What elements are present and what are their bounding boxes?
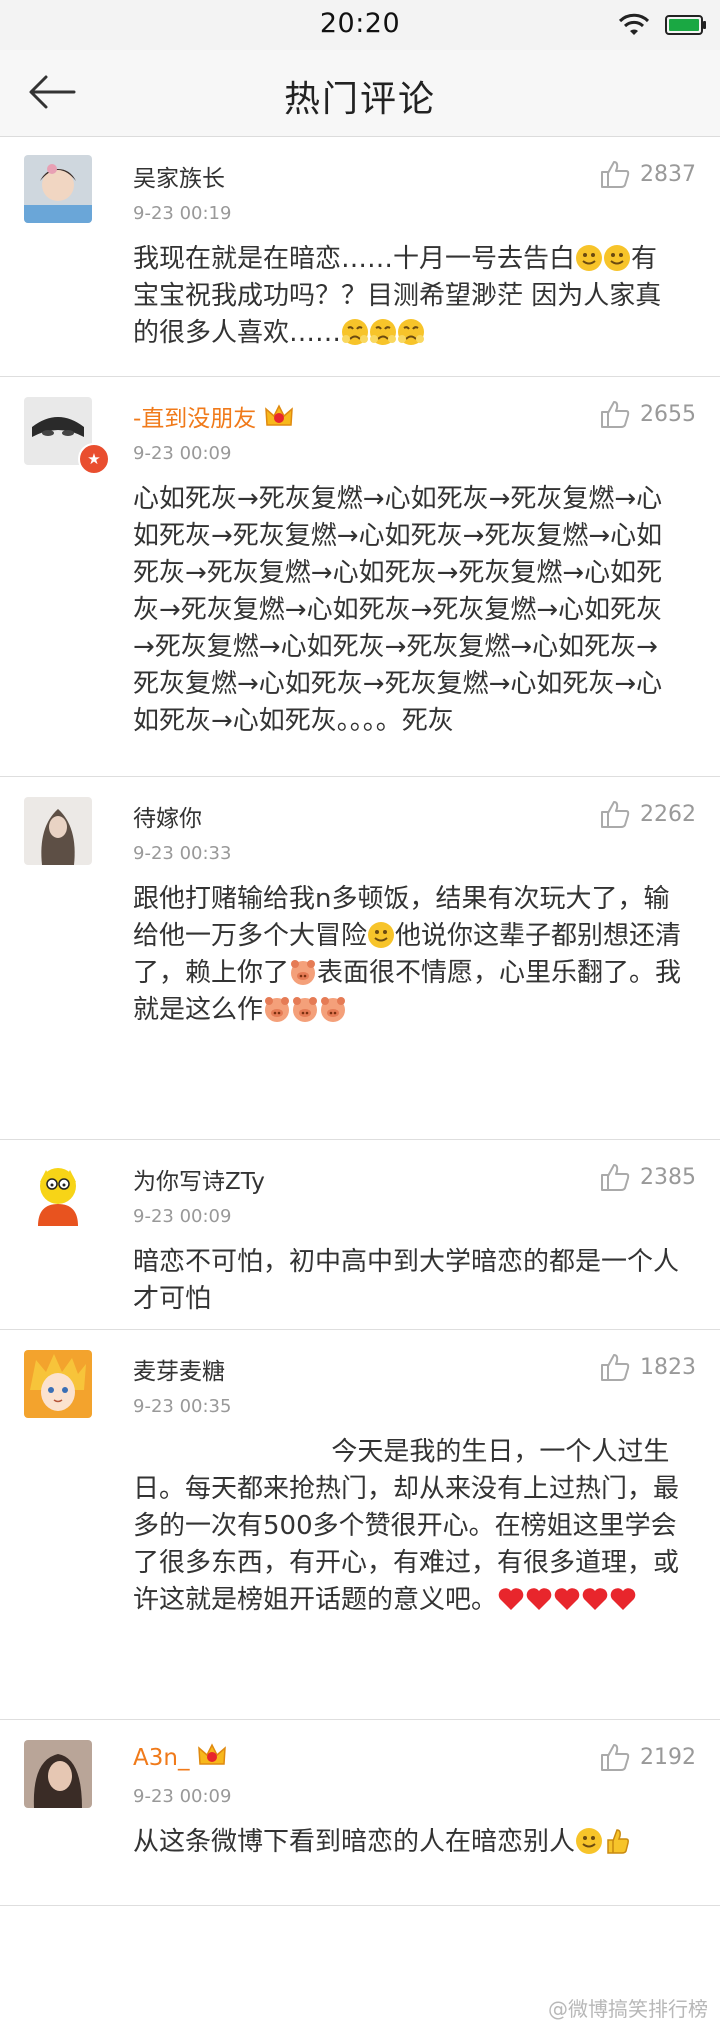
thumbs-up-icon	[601, 801, 630, 828]
comment-text: 我现在就是在暗恋……十月一号去告白 有宝宝祝我成功吗？？目测希望渺茫 因为人家真的…	[133, 241, 683, 352]
heart-emoji-icon	[526, 1588, 552, 1610]
like-count: 1823	[640, 1354, 696, 1380]
crying-emoji-icon	[398, 319, 425, 345]
avatar[interactable]	[24, 155, 92, 223]
wifi-icon	[618, 13, 650, 35]
timestamp: 9-23 00:09	[133, 1206, 232, 1227]
comment-text: 暗恋不可怕，初中高中到大学暗恋的都是一个人才可怕	[133, 1247, 680, 1314]
timestamp: 9-23 00:33	[133, 843, 232, 864]
pig-face-emoji-icon	[293, 997, 318, 1022]
thumbs-up-icon	[601, 1164, 630, 1191]
comment-item: 吴家族长 9-23 00:19 2837 我现在就是在暗恋……十月一号去告白 有宝…	[0, 137, 720, 377]
heart-emoji-icon	[498, 1588, 524, 1610]
heart-emoji-icon	[554, 1588, 580, 1610]
username[interactable]: 为你写诗ZTy	[133, 1162, 265, 1196]
timestamp: 9-23 00:09	[133, 1786, 232, 1807]
timestamp: 9-23 00:09	[133, 443, 232, 464]
pig-face-emoji-icon	[291, 960, 316, 985]
vip-crown-icon	[198, 1743, 227, 1765]
avatar[interactable]	[24, 797, 92, 865]
smiley-emoji-icon	[576, 1828, 603, 1854]
like-count: 2385	[640, 1164, 696, 1190]
comment-item: 为你写诗ZTy 9-23 00:09 2385 暗恋不可怕，初中高中到大学暗恋的…	[0, 1140, 720, 1330]
timestamp: 9-23 00:35	[133, 1396, 232, 1417]
like-count: 2192	[640, 1744, 696, 1770]
status-time: 20:20	[319, 8, 401, 39]
comment-text-part: 从这条微博下看到暗恋的人在暗恋别人	[133, 1827, 576, 1857]
comment-item: 待嫁你 9-23 00:33 2262 跟他打赌输给我n多顿饭，结果有次玩大了，…	[0, 777, 720, 1140]
username[interactable]: 麦芽麦糖	[133, 1352, 225, 1386]
pig-face-emoji-icon	[265, 997, 290, 1022]
battery-icon	[665, 15, 706, 35]
comment-item: 麦芽麦糖 9-23 00:35 1823 今天是我的生日，一个人过生日。每天都来…	[0, 1330, 720, 1720]
avatar-image	[24, 1160, 92, 1228]
comment-text: 从这条微博下看到暗恋的人在暗恋别人	[133, 1824, 683, 1861]
status-bar: 20:20	[0, 0, 720, 50]
like-count: 2837	[640, 161, 696, 187]
smiley-emoji-icon	[604, 245, 631, 271]
header: 热门评论	[0, 50, 720, 137]
comment-text: 心如死灰→死灰复燃→心如死灰→死灰复燃→心如死灰→死灰复燃→心如死灰→死灰复燃→…	[133, 484, 663, 736]
comment-item: A3n_ 9-23 00:09 2192 从这条微博下看到暗恋的人在暗恋别人	[0, 1720, 720, 1906]
like-button[interactable]: 1823	[600, 1352, 696, 1382]
like-button[interactable]: 2385	[600, 1162, 696, 1192]
comment-text: 今天是我的生日，一个人过生日。每天都来抢热门，却从来没有上过热门，最多的一次有5…	[133, 1434, 683, 1619]
like-button[interactable]: 2837	[600, 159, 696, 189]
comment-item: ★ -直到没朋友 9-23 00:09 2655 心如死灰→死灰复燃→心如死灰→…	[0, 377, 720, 777]
crying-emoji-icon	[342, 319, 369, 345]
avatar-image	[24, 1350, 92, 1418]
username[interactable]: -直到没朋友	[133, 399, 294, 433]
thumbs-up-icon	[601, 1354, 630, 1381]
comment-text-part: 我现在就是在暗恋……十月一号去告白	[133, 244, 576, 274]
username-text: A3n_	[133, 1745, 190, 1771]
thumbs-up-icon	[601, 161, 630, 188]
watermark: @微博搞笑排行榜	[548, 1997, 708, 2021]
heart-emoji-icon	[610, 1588, 636, 1610]
thumbs-up-icon	[601, 1744, 630, 1771]
smiley-emoji-icon	[576, 245, 603, 271]
thumbs-up-emoji-icon	[607, 1829, 630, 1854]
pig-face-emoji-icon	[321, 997, 346, 1022]
thumbs-up-icon	[601, 401, 630, 428]
page-title: 热门评论	[283, 79, 436, 120]
avatar-image	[24, 155, 92, 223]
verified-badge-icon: ★	[78, 443, 110, 475]
crying-emoji-icon	[370, 319, 397, 345]
avatar[interactable]	[24, 1160, 92, 1228]
vip-crown-icon	[265, 404, 294, 426]
username[interactable]: A3n_	[133, 1742, 227, 1771]
heart-emoji-icon	[582, 1588, 608, 1610]
comment-text: 跟他打赌输给我n多顿饭，结果有次玩大了，输给他一万多个大冒险 他说你这辈子都别想还…	[133, 881, 683, 1029]
like-count: 2655	[640, 401, 696, 427]
smiley-emoji-icon	[368, 922, 395, 948]
username[interactable]: 待嫁你	[133, 799, 202, 833]
like-button[interactable]: 2262	[600, 799, 696, 829]
avatar-image	[24, 1740, 92, 1808]
avatar[interactable]	[24, 1740, 92, 1808]
timestamp: 9-23 00:19	[133, 203, 232, 224]
avatar[interactable]	[24, 1350, 92, 1418]
like-button[interactable]: 2192	[600, 1742, 696, 1772]
like-count: 2262	[640, 801, 696, 827]
avatar-image	[24, 797, 92, 865]
username-text: -直到没朋友	[133, 406, 257, 432]
like-button[interactable]: 2655	[600, 399, 696, 429]
username[interactable]: 吴家族长	[133, 159, 225, 193]
